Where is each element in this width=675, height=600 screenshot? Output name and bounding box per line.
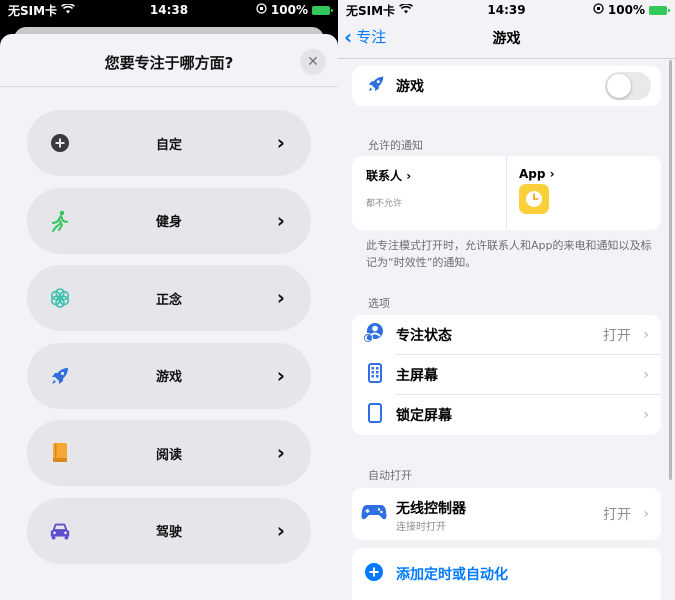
navigation-bar: ‹ 专注 游戏 [338, 22, 675, 54]
close-button[interactable]: ✕ [300, 49, 326, 75]
chevron-right-icon: › [276, 130, 285, 155]
focus-option-label: 游戏 [155, 370, 182, 385]
focus-option-reading[interactable]: 阅读 › [27, 420, 311, 486]
apps-title: App › [519, 167, 555, 181]
chevron-right-icon: › [643, 367, 649, 383]
chevron-right-icon: › [276, 518, 285, 543]
battery-icon [649, 5, 670, 15]
options-card: 专注状态 打开 › 主屏幕 › 锁定屏幕 › [352, 315, 661, 435]
focus-option-label: 自定 [155, 137, 182, 153]
focus-option-label: 健身 [155, 215, 182, 230]
option-label: 主屏幕 [396, 368, 438, 384]
focus-picker-screen: 无SIM卡 14:38 100% 您要专注于哪方面? ✕ 自定 › 健身 › 正… [0, 0, 338, 600]
focus-option-mindfulness[interactable]: 正念 › [27, 265, 311, 331]
lock-screen-row[interactable]: 锁定屏幕 › [352, 395, 661, 435]
allowed-people-cell[interactable]: 联系人 › 都不允许 [352, 156, 506, 230]
chevron-right-icon: › [276, 440, 285, 465]
gaming-focus-settings-screen: 无SIM卡 14:39 100% ‹ 专注 游戏 游戏 允许的通知 联系人 › … [338, 0, 675, 600]
add-schedule-label: 添加定时或自动化 [396, 567, 508, 583]
focus-option-custom[interactable]: 自定 › [27, 110, 311, 176]
auto-on-header: 自动打开 [368, 469, 412, 482]
nav-divider [338, 58, 675, 59]
allowed-notifications-note: 此专注模式打开时，允许联系人和App的来电和通知以及标记为“时效性”的通知。 [366, 239, 652, 269]
game-controller-icon [361, 503, 387, 525]
people-title: 联系人 › [366, 169, 412, 183]
chevron-right-icon: › [276, 208, 285, 233]
home-screen-icon [367, 362, 383, 388]
focus-mode-label: 游戏 [396, 79, 424, 95]
focus-option-label: 驾驶 [155, 525, 182, 540]
focus-sheet: 您要专注于哪方面? ✕ 自定 › 健身 › 正念 › 游戏 › 阅读 › 驾驶 … [0, 34, 338, 600]
allowed-notifications-header: 允许的通知 [368, 139, 423, 152]
controller-value: 打开 [603, 507, 631, 523]
option-label: 锁定屏幕 [396, 408, 452, 424]
clock-app-icon [519, 184, 549, 214]
focus-option-driving[interactable]: 驾驶 › [27, 497, 311, 564]
rocket-icon [366, 74, 386, 98]
chevron-right-icon: › [276, 363, 285, 388]
battery-percent: 100% [270, 3, 308, 17]
battery-icon [312, 5, 333, 15]
add-schedule-automation-row[interactable]: 添加定时或自动化 [352, 548, 661, 600]
battery-percent: 100% [607, 3, 645, 17]
focus-option-gaming[interactable]: 游戏 › [27, 342, 311, 409]
controller-label: 无线控制器 [396, 501, 466, 517]
scroll-indicator[interactable] [669, 60, 672, 480]
chevron-right-icon: › [643, 506, 649, 522]
option-value: 打开 [603, 328, 631, 344]
chevron-right-icon: › [643, 407, 649, 423]
focus-option-label: 阅读 [155, 447, 182, 463]
sheet-divider [0, 86, 338, 87]
focus-option-fitness[interactable]: 健身 › [27, 187, 311, 254]
orientation-lock-icon [256, 3, 267, 17]
focus-mode-toggle[interactable] [605, 72, 651, 100]
wireless-controller-row[interactable]: 无线控制器 连接时打开 打开 › [352, 488, 661, 540]
chevron-right-icon: › [643, 327, 649, 343]
focus-status-icon [362, 322, 386, 348]
page-title: 游戏 [492, 31, 521, 47]
focus-option-label: 正念 [155, 292, 182, 308]
option-label: 专注状态 [396, 328, 452, 344]
allowed-notifications-card: 联系人 › 都不允许 App › [352, 156, 661, 230]
lock-screen-icon [367, 402, 383, 428]
status-bar: 无SIM卡 14:39 100% [338, 0, 675, 20]
orientation-lock-icon [593, 3, 604, 17]
controller-subtitle: 连接时打开 [396, 522, 446, 533]
allowed-apps-cell[interactable]: App › [507, 156, 661, 230]
add-circle-icon [364, 562, 384, 586]
status-bar: 无SIM卡 14:38 100% [0, 0, 338, 20]
sheet-title: 您要专注于哪方面? [104, 54, 234, 72]
people-subtitle: 都不允许 [366, 199, 403, 209]
focus-status-row[interactable]: 专注状态 打开 › [352, 315, 661, 355]
focus-mode-toggle-row[interactable]: 游戏 [352, 66, 661, 106]
close-icon: ✕ [307, 54, 319, 70]
home-screen-row[interactable]: 主屏幕 › [352, 355, 661, 395]
options-header: 选项 [368, 297, 390, 310]
focus-options-list: 自定 › 健身 › 正念 › 游戏 › 阅读 › 驾驶 › [27, 110, 311, 575]
chevron-right-icon: › [276, 285, 285, 310]
